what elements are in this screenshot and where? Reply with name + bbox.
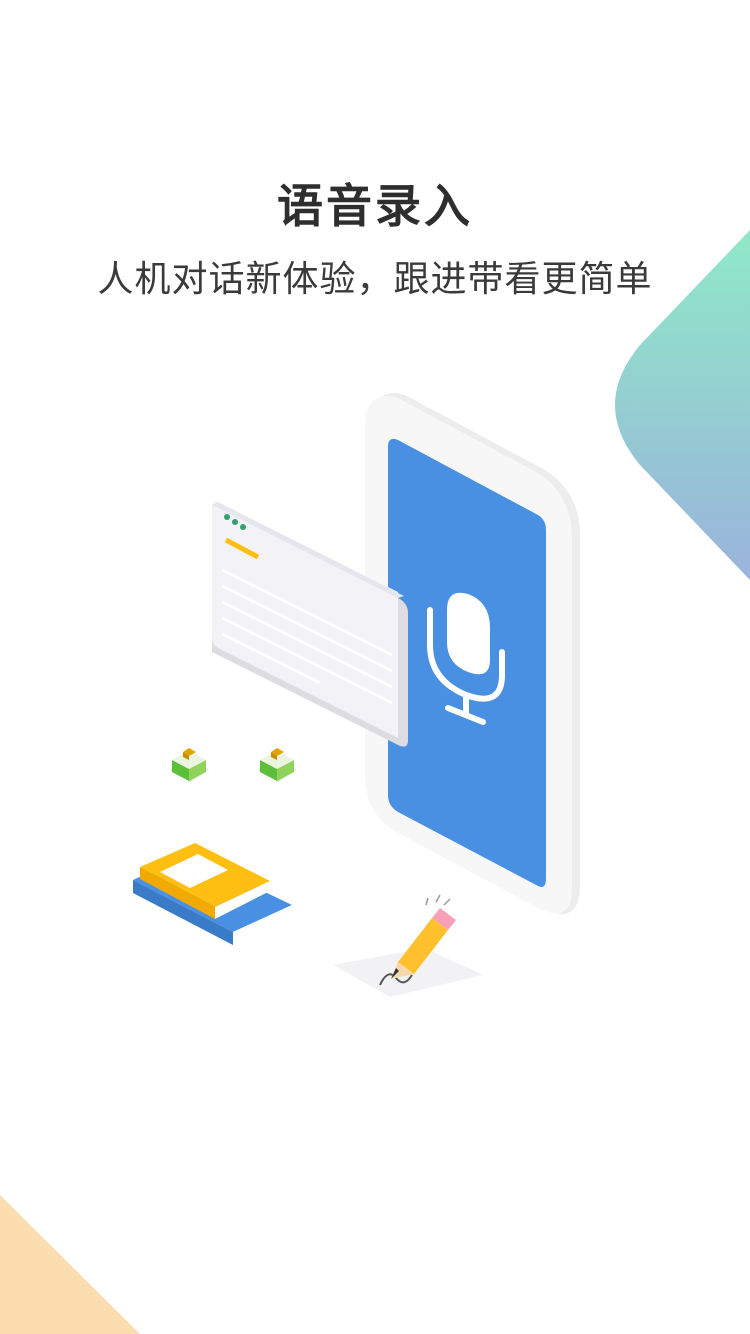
books-illustration	[133, 843, 292, 945]
voice-input-illustration	[133, 393, 580, 997]
cube-icon-left	[170, 748, 208, 782]
cube-icon-right	[258, 748, 296, 782]
onboarding-screen: 语音录入 人机对话新体验，跟进带看更简单	[0, 0, 750, 1334]
